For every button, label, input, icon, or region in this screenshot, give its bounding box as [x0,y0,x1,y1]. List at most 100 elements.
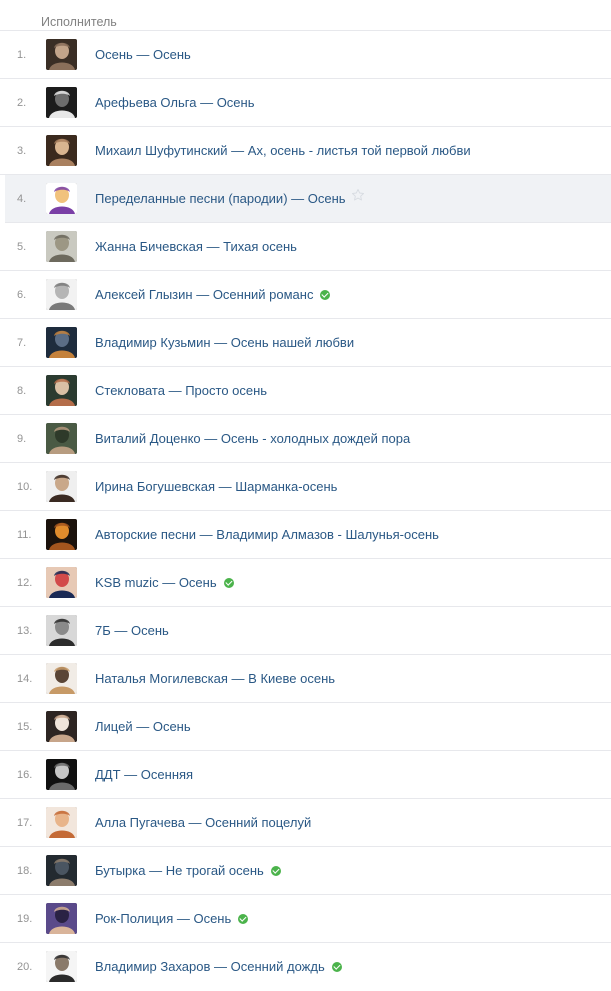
track-title[interactable]: Владимир Алмазов - Шалунья-осень [216,527,439,542]
table-row[interactable]: 12. KSB muzic — Осень [0,559,611,607]
track-title[interactable]: Осень - холодных дождей пора [221,431,410,446]
artist-name[interactable]: 7Б [95,623,111,638]
table-row[interactable]: 13. 7Б — Осень [0,607,611,655]
table-row[interactable]: 19. Рок-Полиция — Осень [0,895,611,943]
track-link[interactable]: Рок-Полиция — Осень [95,895,249,943]
table-row[interactable]: 5. Жанна Бичевская — Тихая осень [0,223,611,271]
artist-name[interactable]: Лицей [95,719,133,734]
track-link[interactable]: Стекловата — Просто осень [95,367,267,415]
table-row[interactable]: 18. Бутырка — Не трогай осень [0,847,611,895]
artist-avatar[interactable] [46,903,77,934]
table-row[interactable]: 1. Осень — Осень [0,31,611,79]
track-title[interactable]: Не трогай осень [166,863,264,878]
artist-avatar[interactable] [46,951,77,982]
track-link[interactable]: Переделанные песни (пародии) — Осень [95,175,365,224]
table-row[interactable]: 7. Владимир Кузьмин — Осень нашей любви [0,319,611,367]
track-link[interactable]: Михаил Шуфутинский — Ах, осень - листья … [95,127,471,175]
artist-name[interactable]: Переделанные песни (пародии) [95,191,288,206]
artist-name[interactable]: Авторские песни [95,527,196,542]
track-link[interactable]: Алла Пугачева — Осенний поцелуй [95,799,311,847]
track-title[interactable]: Осень [153,47,191,62]
track-title[interactable]: Ах, осень - листья той первой любви [248,143,471,158]
table-row[interactable]: 16. ДДТ — Осенняя [0,751,611,799]
artist-name[interactable]: KSB muzic [95,575,159,590]
artist-name[interactable]: Наталья Могилевская [95,671,228,686]
track-link[interactable]: Арефьева Ольга — Осень [95,79,254,127]
table-row[interactable]: 8. Стекловата — Просто осень [0,367,611,415]
artist-avatar[interactable] [46,375,77,406]
star-icon[interactable] [351,174,365,222]
table-row[interactable]: 4. Переделанные песни (пародии) — Осень [5,175,611,223]
track-title[interactable]: Осенний поцелуй [205,815,311,830]
artist-avatar[interactable] [46,423,77,454]
track-link[interactable]: 7Б — Осень [95,607,169,655]
track-title[interactable]: Тихая осень [223,239,297,254]
artist-avatar[interactable] [46,39,77,70]
table-row[interactable]: 14. Наталья Могилевская — В Киеве осень [0,655,611,703]
table-row[interactable]: 15. Лицей — Осень [0,703,611,751]
track-link[interactable]: Владимир Кузьмин — Осень нашей любви [95,319,354,367]
track-link[interactable]: Осень — Осень [95,31,191,79]
artist-avatar[interactable] [46,615,77,646]
artist-avatar[interactable] [46,87,77,118]
artist-name[interactable]: Бутырка [95,863,145,878]
track-link[interactable]: ДДТ — Осенняя [95,751,193,799]
track-title[interactable]: Просто осень [185,383,267,398]
table-row[interactable]: 6. Алексей Глызин — Осенний романс [0,271,611,319]
track-title[interactable]: Осень [153,719,191,734]
track-title[interactable]: Осень [308,191,346,206]
artist-avatar[interactable] [46,231,77,262]
artist-avatar[interactable] [46,855,77,886]
track-title[interactable]: Шарманка-осень [235,479,337,494]
track-link[interactable]: Бутырка — Не трогай осень [95,847,281,895]
artist-avatar[interactable] [46,327,77,358]
table-row[interactable]: 17. Алла Пугачева — Осенний поцелуй [0,799,611,847]
table-row[interactable]: 10. Ирина Богушевская — Шарманка-осень [0,463,611,511]
artist-name[interactable]: Виталий Доценко [95,431,201,446]
track-title[interactable]: Осень нашей любви [231,335,354,350]
track-title[interactable]: Осенний романс [213,287,314,302]
artist-name[interactable]: Михаил Шуфутинский [95,143,228,158]
artist-name[interactable]: Владимир Захаров [95,959,210,974]
track-title[interactable]: Осень [131,623,169,638]
artist-avatar[interactable] [46,567,77,598]
table-row[interactable]: 9. Виталий Доценко — Осень - холодных дож… [0,415,611,463]
artist-avatar[interactable] [46,279,77,310]
track-title[interactable]: Осенняя [141,767,193,782]
artist-name[interactable]: Осень [95,47,133,62]
track-title[interactable]: Осень [217,95,255,110]
track-link[interactable]: Лицей — Осень [95,703,191,751]
table-row[interactable]: 3. Михаил Шуфутинский — Ах, осень - листь… [0,127,611,175]
track-link[interactable]: Наталья Могилевская — В Киеве осень [95,655,335,703]
track-link[interactable]: Алексей Глызин — Осенний романс [95,271,331,319]
artist-avatar[interactable] [46,183,77,214]
track-link[interactable]: Жанна Бичевская — Тихая осень [95,223,297,271]
artist-avatar[interactable] [46,471,77,502]
artist-avatar[interactable] [46,711,77,742]
track-link[interactable]: KSB muzic — Осень [95,559,234,607]
table-row[interactable]: 20. Владимир Захаров — Осенний дождь [0,943,611,991]
track-link[interactable]: Авторские песни — Владимир Алмазов - Шал… [95,511,439,559]
track-title[interactable]: Осень [193,911,231,926]
artist-name[interactable]: Алла Пугачева [95,815,185,830]
artist-name[interactable]: Рок-Полиция [95,911,173,926]
track-title[interactable]: В Киеве осень [248,671,335,686]
table-row[interactable]: 11. Авторские песни — Владимир Алмазов - … [0,511,611,559]
artist-avatar[interactable] [46,759,77,790]
artist-avatar[interactable] [46,519,77,550]
artist-avatar[interactable] [46,135,77,166]
artist-name[interactable]: Арефьева Ольга [95,95,196,110]
artist-name[interactable]: Владимир Кузьмин [95,335,211,350]
table-row[interactable]: 2. Арефьева Ольга — Осень [0,79,611,127]
track-link[interactable]: Виталий Доценко — Осень - холодных дожде… [95,415,410,463]
track-title[interactable]: Осень [179,575,217,590]
track-title[interactable]: Осенний дождь [231,959,325,974]
artist-avatar[interactable] [46,663,77,694]
artist-name[interactable]: Ирина Богушевская [95,479,215,494]
artist-name[interactable]: ДДТ [95,767,121,782]
artist-name[interactable]: Жанна Бичевская [95,239,203,254]
track-link[interactable]: Ирина Богушевская — Шарманка-осень [95,463,337,511]
artist-name[interactable]: Стекловата [95,383,165,398]
track-link[interactable]: Владимир Захаров — Осенний дождь [95,943,342,991]
artist-avatar[interactable] [46,807,77,838]
